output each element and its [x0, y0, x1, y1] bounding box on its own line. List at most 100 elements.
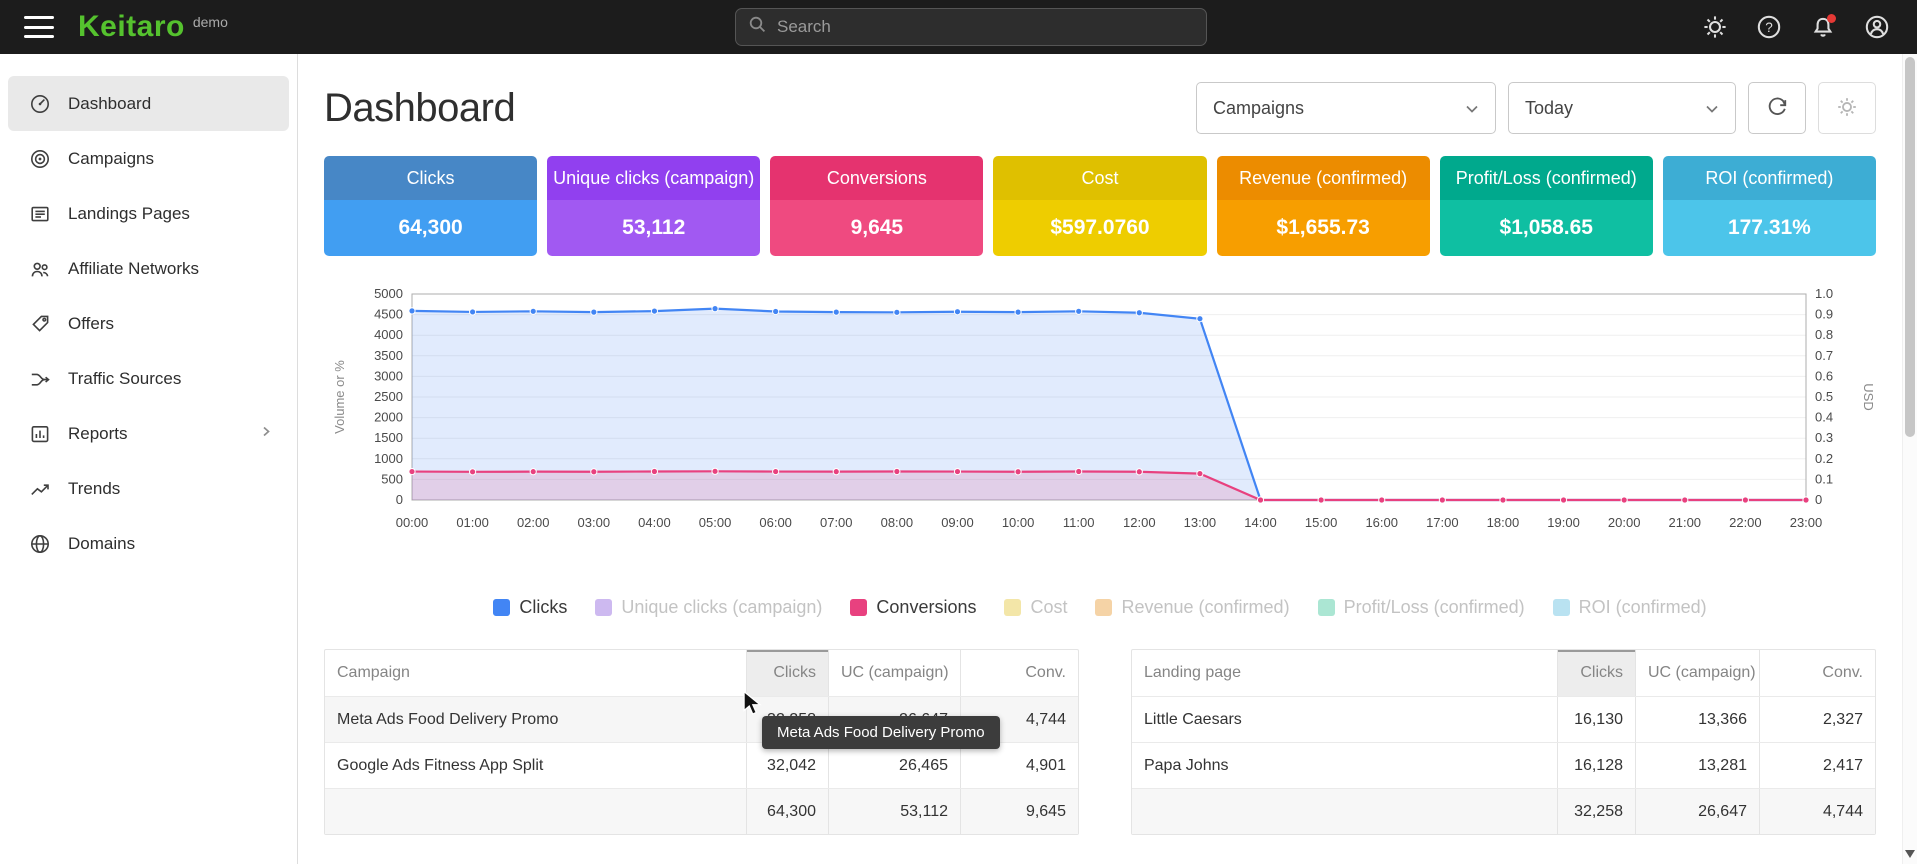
dashboard-settings-button[interactable] — [1818, 82, 1876, 134]
legend-item-cost[interactable]: Cost — [1004, 597, 1067, 618]
sidebar-item-affiliate-networks[interactable]: Affiliate Networks — [8, 241, 289, 296]
sidebar-item-label: Reports — [68, 424, 128, 444]
people-icon — [28, 257, 52, 281]
table-row[interactable]: Papa Johns 16,128 13,281 2,417 — [1132, 742, 1875, 788]
svg-text:500: 500 — [381, 471, 403, 486]
legend-item-profit-loss[interactable]: Profit/Loss (confirmed) — [1318, 597, 1525, 618]
legend-item-unique-clicks[interactable]: Unique clicks (campaign) — [595, 597, 822, 618]
svg-text:05:00: 05:00 — [699, 515, 732, 530]
chart-canvas: 0500100015002000250030003500400045005000… — [324, 282, 1876, 574]
column-header-clicks[interactable]: Clicks — [746, 650, 828, 696]
svg-text:01:00: 01:00 — [456, 515, 489, 530]
sidebar-item-offers[interactable]: Offers — [8, 296, 289, 351]
gear-icon — [1836, 96, 1858, 121]
svg-text:19:00: 19:00 — [1547, 515, 1580, 530]
metric-card-value: 53,112 — [622, 216, 685, 240]
search-box[interactable] — [735, 8, 1207, 46]
metric-card-unique-clicks[interactable]: Unique clicks (campaign) 53,112 — [547, 156, 760, 256]
landing-page-name[interactable]: Papa Johns — [1132, 743, 1557, 788]
logo[interactable]: Keitaro demo — [78, 12, 228, 42]
metric-card-value: 64,300 — [398, 216, 462, 240]
legend-item-clicks[interactable]: Clicks — [493, 597, 567, 618]
chart-legend: Clicks Unique clicks (campaign) Conversi… — [324, 593, 1876, 621]
tag-icon — [28, 312, 52, 336]
metric-card-clicks[interactable]: Clicks 64,300 — [324, 156, 537, 256]
legend-swatch — [1318, 599, 1335, 616]
svg-text:17:00: 17:00 — [1426, 515, 1459, 530]
notifications-bell-icon[interactable] — [1809, 13, 1837, 41]
date-range-select-value: Today — [1525, 98, 1573, 119]
grouping-select-value: Campaigns — [1213, 98, 1304, 119]
hamburger-menu-button[interactable] — [22, 14, 56, 40]
legend-item-revenue[interactable]: Revenue (confirmed) — [1095, 597, 1289, 618]
sidebar-item-trends[interactable]: Trends — [8, 461, 289, 516]
column-header-clicks[interactable]: Clicks — [1557, 650, 1635, 696]
globe-icon — [28, 532, 52, 556]
total-clicks: 64,300 — [746, 789, 828, 834]
target-icon — [28, 147, 52, 171]
metric-card-conversions[interactable]: Conversions 9,645 — [770, 156, 983, 256]
cell-clicks: 16,128 — [1557, 743, 1635, 788]
column-header-landing-page[interactable]: Landing page — [1132, 650, 1557, 696]
column-header-campaign[interactable]: Campaign — [325, 650, 746, 696]
search-icon — [748, 15, 767, 39]
metric-card-value: 9,645 — [851, 216, 904, 240]
metric-card-cost[interactable]: Cost $597.0760 — [993, 156, 1206, 256]
app-root: Keitaro demo — [0, 0, 1917, 864]
svg-text:?: ? — [1765, 20, 1773, 35]
campaign-name[interactable]: Google Ads Fitness App Split — [325, 743, 746, 788]
grouping-select[interactable]: Campaigns — [1196, 82, 1496, 134]
scrollbar[interactable] — [1902, 54, 1917, 864]
legend-label: Clicks — [519, 597, 567, 618]
svg-text:Volume or %: Volume or % — [332, 360, 347, 434]
legend-label: Unique clicks (campaign) — [621, 597, 822, 618]
metric-card-revenue[interactable]: Revenue (confirmed) $1,655.73 — [1217, 156, 1430, 256]
column-header-conv[interactable]: Conv. — [960, 650, 1078, 696]
sidebar-item-landings-pages[interactable]: Landings Pages — [8, 186, 289, 241]
topbar-actions: ? — [1701, 0, 1891, 54]
legend-label: Conversions — [876, 597, 976, 618]
scroll-down-arrow[interactable] — [1905, 850, 1915, 858]
column-header-uc-campaign[interactable]: UC (campaign) — [1635, 650, 1759, 696]
metric-card-roi[interactable]: ROI (confirmed) 177.31% — [1663, 156, 1876, 256]
sidebar-item-label: Traffic Sources — [68, 369, 181, 389]
main-header: Dashboard Campaigns Today — [324, 82, 1876, 134]
legend-item-conversions[interactable]: Conversions — [850, 597, 976, 618]
legend-label: Revenue (confirmed) — [1121, 597, 1289, 618]
column-header-uc-campaign[interactable]: UC (campaign) — [828, 650, 960, 696]
table-row[interactable]: Little Caesars 16,130 13,366 2,327 — [1132, 696, 1875, 742]
scrollbar-thumb[interactable] — [1905, 57, 1915, 437]
summary-tables: Campaign Clicks UC (campaign) Conv. Meta… — [324, 649, 1876, 835]
date-range-select[interactable]: Today — [1508, 82, 1736, 134]
column-header-conv[interactable]: Conv. — [1759, 650, 1875, 696]
landing-pages-table-header: Landing page Clicks UC (campaign) Conv. — [1132, 650, 1875, 696]
help-icon[interactable]: ? — [1755, 13, 1783, 41]
account-icon[interactable] — [1863, 13, 1891, 41]
refresh-button[interactable] — [1748, 82, 1806, 134]
campaign-name[interactable]: Meta Ads Food Delivery Promo — [325, 697, 746, 742]
metric-card-label: Revenue (confirmed) — [1239, 168, 1407, 189]
sidebar-item-reports[interactable]: Reports — [8, 406, 289, 461]
metric-card-profit-loss[interactable]: Profit/Loss (confirmed) $1,058.65 — [1440, 156, 1653, 256]
main-content: Dashboard Campaigns Today — [298, 54, 1902, 864]
sidebar-item-dashboard[interactable]: Dashboard — [8, 76, 289, 131]
landing-page-name[interactable]: Little Caesars — [1132, 697, 1557, 742]
svg-text:04:00: 04:00 — [638, 515, 671, 530]
sidebar-item-campaigns[interactable]: Campaigns — [8, 131, 289, 186]
landing-pages-table: Landing page Clicks UC (campaign) Conv. … — [1131, 649, 1876, 835]
settings-gear-icon[interactable] — [1701, 13, 1729, 41]
cell-uc-campaign: 26,465 — [828, 743, 960, 788]
search-input[interactable] — [777, 17, 1194, 37]
sidebar-item-traffic-sources[interactable]: Traffic Sources — [8, 351, 289, 406]
refresh-icon — [1766, 96, 1788, 121]
total-clicks: 32,258 — [1557, 789, 1635, 834]
chevron-right-icon — [259, 424, 273, 443]
campaigns-table-header: Campaign Clicks UC (campaign) Conv. — [325, 650, 1078, 696]
sidebar-item-domains[interactable]: Domains — [8, 516, 289, 571]
cell-clicks: 32,042 — [746, 743, 828, 788]
legend-label: ROI (confirmed) — [1579, 597, 1707, 618]
svg-text:1000: 1000 — [374, 451, 403, 466]
metric-cards: Clicks 64,300 Unique clicks (campaign) 5… — [324, 156, 1876, 256]
svg-text:0.6: 0.6 — [1815, 368, 1833, 383]
legend-item-roi[interactable]: ROI (confirmed) — [1553, 597, 1707, 618]
